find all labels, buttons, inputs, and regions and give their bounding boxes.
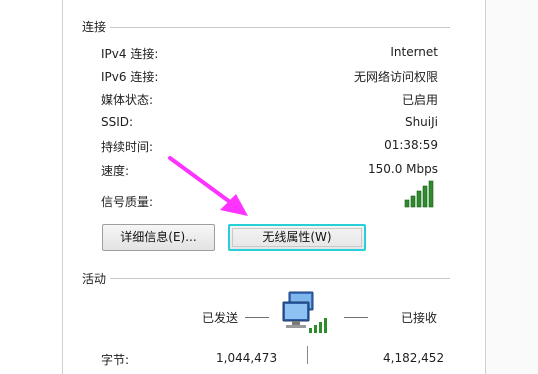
received-line xyxy=(344,317,368,318)
activity-section-title: 活动 xyxy=(82,272,107,286)
speed-label: 速度: xyxy=(101,164,130,178)
speed-value: 150.0 Mbps xyxy=(367,162,438,176)
ipv4-label: IPv4 连接: xyxy=(101,47,159,61)
media-state-value: 已启用 xyxy=(401,93,438,107)
duration-label: 持续时间: xyxy=(101,140,154,154)
bytes-label: 字节: xyxy=(101,353,130,367)
window-background xyxy=(486,0,538,374)
bytes-separator xyxy=(307,346,308,364)
bytes-sent-value: 1,044,473 xyxy=(216,351,278,365)
activity-divider xyxy=(110,278,450,279)
pointer-arrow-icon xyxy=(168,156,248,216)
wireless-properties-button[interactable]: 无线属性(W) xyxy=(228,224,366,251)
wireless-properties-button-label: 无线属性(W) xyxy=(262,230,332,244)
details-button[interactable]: 详细信息(E)... xyxy=(102,224,215,251)
ipv4-value: Internet xyxy=(390,45,438,59)
duration-value: 01:38:59 xyxy=(384,138,438,152)
connection-section-title: 连接 xyxy=(82,20,107,34)
signal-bars-icon xyxy=(404,180,434,208)
connection-divider xyxy=(110,27,450,28)
ssid-value: ShuiJi xyxy=(404,115,438,129)
ipv6-label: IPv6 连接: xyxy=(101,70,159,84)
bytes-received-value: 4,182,452 xyxy=(383,351,445,365)
sent-label: 已发送 xyxy=(202,311,239,325)
details-button-label: 详细信息(E)... xyxy=(120,230,197,244)
signal-quality-label: 信号质量: xyxy=(101,195,154,209)
sent-line xyxy=(245,317,269,318)
received-label: 已接收 xyxy=(401,311,438,325)
media-state-label: 媒体状态: xyxy=(101,93,154,107)
ipv6-value: 无网络访问权限 xyxy=(353,70,438,84)
network-computer-icon xyxy=(282,291,327,333)
dialog-left-border xyxy=(62,0,63,374)
ssid-label: SSID: xyxy=(101,115,134,129)
